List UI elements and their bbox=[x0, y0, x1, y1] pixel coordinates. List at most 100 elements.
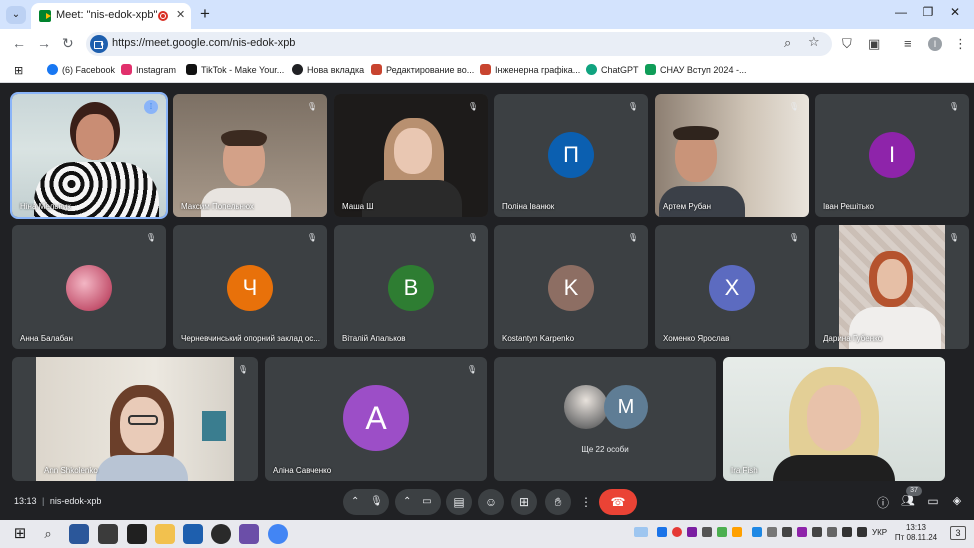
address-bar[interactable]: https://meet.google.com/nis-edok-xpb ⌕ ☆ bbox=[86, 32, 832, 56]
profile-avatar[interactable]: I bbox=[928, 37, 942, 51]
video-tile[interactable]: 🎙︎ Ann Shkolenko bbox=[12, 357, 258, 481]
others-avatar: М bbox=[604, 385, 648, 429]
restore-button[interactable]: ❐ bbox=[918, 5, 938, 19]
tray-icon[interactable] bbox=[732, 527, 742, 537]
media-control-icon[interactable]: ≡ bbox=[904, 36, 912, 51]
video-tile[interactable]: 🎙︎ Маша Ш bbox=[334, 94, 488, 217]
camera-icon[interactable]: ▭ bbox=[422, 496, 431, 507]
clock[interactable]: 13:13 Пт 08.11.24 bbox=[893, 523, 939, 543]
participant-avatar: В bbox=[388, 265, 434, 311]
video-tile[interactable]: Ч 🎙︎ Черневчинський опорний заклад ос... bbox=[173, 225, 327, 349]
back-icon[interactable]: ← bbox=[12, 35, 26, 51]
video-tile[interactable]: 🎙︎ Артем Рубан bbox=[655, 94, 809, 217]
mic-options-chevron-icon[interactable]: ⌃ bbox=[351, 496, 359, 507]
app-icon[interactable] bbox=[211, 524, 231, 544]
video-tile[interactable]: Ira Fish bbox=[723, 357, 945, 481]
language-indicator[interactable]: УКР bbox=[872, 528, 887, 537]
site-info-icon[interactable] bbox=[90, 35, 108, 53]
video-tile[interactable]: ⁞ Ніна Мельник bbox=[10, 92, 168, 219]
bookmark-tiktok[interactable]: TikTok - Make Your... bbox=[186, 64, 284, 75]
minimize-button[interactable]: — bbox=[891, 5, 911, 19]
word-icon[interactable] bbox=[69, 524, 89, 544]
close-window-button[interactable]: ✕ bbox=[945, 5, 965, 19]
bookmark-chatgpt[interactable]: ChatGPT bbox=[586, 64, 639, 75]
video-tile[interactable]: K 🎙︎ Kostantyn Karpenko bbox=[494, 225, 648, 349]
extensions-icon[interactable]: ▣ bbox=[868, 36, 880, 52]
mic-off-icon: 🎙︎ bbox=[948, 233, 960, 242]
viber-icon[interactable] bbox=[239, 524, 259, 544]
weather-icon[interactable] bbox=[634, 527, 648, 537]
others-tile[interactable]: М Ще 22 особи bbox=[494, 357, 716, 481]
camera-options-chevron-icon[interactable]: ⌃ bbox=[403, 496, 411, 507]
captions-button[interactable]: ▤ bbox=[446, 489, 472, 515]
video-tile[interactable]: 🎙︎ Дарина Губенко bbox=[815, 225, 969, 349]
tray-icon[interactable] bbox=[702, 527, 712, 537]
leave-call-button[interactable]: ☎︎ bbox=[599, 489, 637, 515]
wifi-icon[interactable] bbox=[842, 527, 852, 537]
more-options-button[interactable]: ⋮ bbox=[578, 489, 594, 515]
tray-icon[interactable] bbox=[797, 527, 807, 537]
menu-icon[interactable]: ⋮ bbox=[954, 36, 967, 52]
volume-icon[interactable] bbox=[857, 527, 867, 537]
video-tile[interactable]: П 🎙︎ Поліна Іванюк bbox=[494, 94, 648, 217]
tab-search-button[interactable]: ⌄ bbox=[6, 6, 26, 24]
video-tile[interactable]: 🎙︎ Максим Попельнюх bbox=[173, 94, 327, 217]
bookmark-edit[interactable]: Редактирование во... bbox=[371, 64, 474, 75]
bookmark-facebook[interactable]: (6) Facebook bbox=[47, 64, 115, 75]
participant-name: Kostantyn Karpenko bbox=[502, 334, 575, 343]
bookmark-star-icon[interactable]: ☆ bbox=[808, 34, 820, 50]
tray-icon[interactable] bbox=[767, 527, 777, 537]
reactions-button[interactable]: ☺ bbox=[478, 489, 504, 515]
plus-icon bbox=[645, 64, 656, 75]
camera-app-icon[interactable] bbox=[98, 524, 118, 544]
zoom-icon[interactable]: ⌕ bbox=[784, 35, 791, 51]
mic-off-icon: 🎙︎ bbox=[306, 102, 318, 111]
tab-meet[interactable]: Meet: "nis-edok-xpb" ✕ bbox=[31, 3, 191, 29]
activities-icon[interactable]: ◈ bbox=[950, 494, 964, 507]
forward-icon[interactable]: → bbox=[37, 35, 51, 51]
tray-icon[interactable] bbox=[687, 527, 697, 537]
bookmark-snau[interactable]: СНАУ Вступ 2024 -... bbox=[645, 64, 746, 75]
info-icon[interactable]: ⓘ bbox=[876, 494, 890, 511]
bookmark-engineering[interactable]: Інженерна графіка... bbox=[480, 64, 580, 75]
bookmark-instagram[interactable]: Instagram bbox=[121, 64, 176, 75]
participant-name: Іван Решітько bbox=[823, 202, 874, 211]
url-text[interactable]: https://meet.google.com/nis-edok-xpb bbox=[112, 37, 295, 49]
tray-icon[interactable] bbox=[812, 527, 822, 537]
tray-icon[interactable] bbox=[827, 527, 837, 537]
search-icon[interactable]: ⌕ bbox=[38, 524, 58, 544]
participant-avatar: K bbox=[548, 265, 594, 311]
app-icon[interactable] bbox=[183, 524, 203, 544]
video-editor-icon[interactable] bbox=[127, 524, 147, 544]
mic-off-icon: 🎙︎ bbox=[466, 365, 478, 374]
tray-icon[interactable] bbox=[782, 527, 792, 537]
bookmark-new-tab[interactable]: Нова вкладка bbox=[292, 64, 364, 75]
raise-hand-button[interactable]: ✋︎ bbox=[545, 489, 571, 515]
chrome-icon[interactable] bbox=[268, 524, 288, 544]
video-tile[interactable]: Х 🎙︎ Хоменко Ярослав bbox=[655, 225, 809, 349]
taskbar: ⊞ ⌕ УКР 13:13 Пт 08.11.24 3 bbox=[0, 520, 974, 548]
video-tile[interactable]: В 🎙︎ Віталій Апальков bbox=[334, 225, 488, 349]
tray-icon[interactable] bbox=[717, 527, 727, 537]
shield-icon[interactable]: ⛉ bbox=[842, 36, 852, 52]
video-tile[interactable]: А 🎙︎ Аліна Савченко bbox=[265, 357, 487, 481]
file-explorer-icon[interactable] bbox=[155, 524, 175, 544]
instagram-icon bbox=[121, 64, 132, 75]
apps-grid-icon[interactable]: ⊞ bbox=[14, 64, 23, 77]
video-tile[interactable]: І 🎙︎ Іван Решітько bbox=[815, 94, 969, 217]
close-tab-icon[interactable]: ✕ bbox=[176, 8, 185, 21]
new-tab-button[interactable]: + bbox=[200, 4, 210, 24]
person-face bbox=[120, 397, 164, 453]
microphone-icon[interactable]: 🎙︎ bbox=[370, 496, 383, 507]
video-tile[interactable]: 🎙︎ Анна Балабан bbox=[12, 225, 166, 349]
tray-icon[interactable] bbox=[657, 527, 667, 537]
present-button[interactable]: ⊞ bbox=[511, 489, 537, 515]
meeting-info: 13:13 | nis-edok-xpb bbox=[14, 496, 101, 506]
reload-icon[interactable]: ↻ bbox=[62, 35, 74, 52]
chat-icon[interactable]: ▭ bbox=[926, 494, 940, 508]
tray-icon[interactable] bbox=[672, 527, 682, 537]
bluetooth-icon[interactable] bbox=[752, 527, 762, 537]
notifications-button[interactable]: 3 bbox=[950, 526, 966, 540]
windows-start-icon[interactable]: ⊞ bbox=[10, 524, 30, 544]
participant-name: Ira Fish bbox=[731, 466, 758, 475]
